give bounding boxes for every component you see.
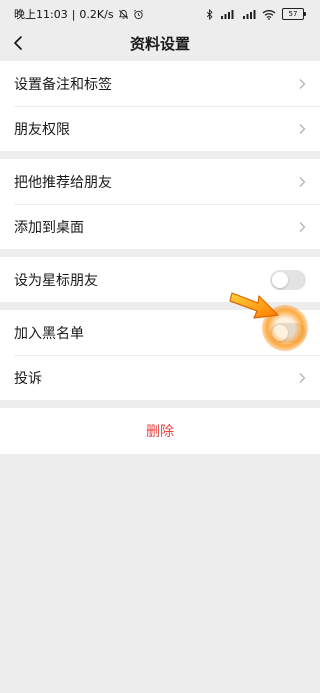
row-label: 添加到桌面: [14, 219, 84, 236]
network-speed: 0.2K/s: [79, 7, 114, 21]
status-left: 晚上11:03 | 0.2K/s: [14, 6, 144, 22]
add-to-desktop-row[interactable]: 添加到桌面: [0, 204, 320, 249]
chevron-right-icon: [299, 78, 306, 89]
toggle-knob: [272, 271, 288, 288]
friend-permissions-row[interactable]: 朋友权限: [0, 106, 320, 151]
row-label: 投诉: [14, 370, 42, 387]
status-separator: |: [71, 7, 76, 21]
chevron-right-icon: [299, 176, 306, 187]
chevron-right-icon: [299, 372, 306, 383]
alarm-icon: [133, 9, 144, 20]
settings-group-block: 加入黑名单 投诉: [0, 310, 320, 400]
settings-group-remark: 设置备注和标签 朋友权限: [0, 61, 320, 151]
status-bar: 晚上11:03 | 0.2K/s 57: [0, 0, 320, 28]
complain-row[interactable]: 投诉: [0, 355, 320, 400]
blacklist-toggle[interactable]: [270, 322, 306, 343]
row-label: 把他推荐给朋友: [14, 174, 112, 191]
add-to-blacklist-row: 加入黑名单: [0, 310, 320, 355]
chevron-right-icon: [299, 123, 306, 134]
battery-indicator: 57: [282, 8, 306, 20]
set-remark-and-tags-row[interactable]: 设置备注和标签: [0, 61, 320, 106]
row-label: 加入黑名单: [14, 325, 84, 342]
cellular-signal-2-icon: [242, 9, 256, 20]
status-right: 57: [206, 8, 306, 20]
toggle-knob: [272, 324, 288, 341]
row-label: 设为星标朋友: [14, 272, 98, 289]
star-friend-row: 设为星标朋友: [0, 257, 320, 302]
delete-group: 删除: [0, 408, 320, 454]
settings-group-star: 设为星标朋友: [0, 257, 320, 302]
star-friend-toggle[interactable]: [270, 269, 306, 290]
bluetooth-icon: [206, 8, 214, 20]
row-label: 设置备注和标签: [14, 76, 112, 93]
page-title: 资料设置: [129, 34, 190, 53]
status-time: 晚上11:03: [14, 8, 68, 21]
row-label: 朋友权限: [14, 121, 70, 138]
notification-off-icon: [118, 9, 129, 20]
nav-bar: 资料设置: [0, 28, 320, 58]
back-arrow-icon: [14, 36, 22, 50]
wifi-icon: [262, 9, 276, 20]
chevron-right-icon: [299, 221, 306, 232]
recommend-to-friends-row[interactable]: 把他推荐给朋友: [0, 159, 320, 204]
delete-button[interactable]: 删除: [0, 408, 320, 454]
back-button[interactable]: [2, 28, 34, 58]
cellular-signal-icon: [220, 9, 236, 20]
settings-group-share: 把他推荐给朋友 添加到桌面: [0, 159, 320, 249]
